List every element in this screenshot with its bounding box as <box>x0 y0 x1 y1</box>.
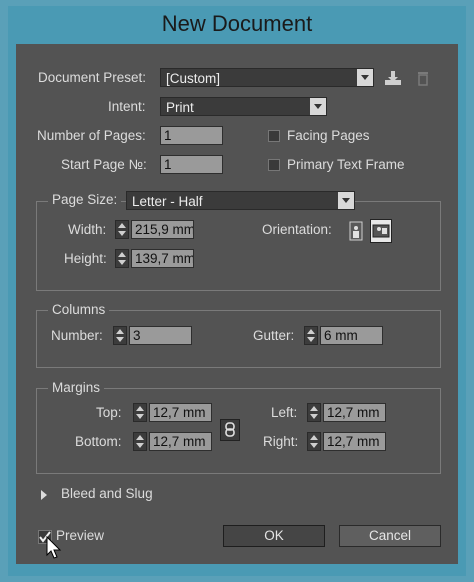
portrait-button[interactable] <box>346 220 366 242</box>
start-page-input[interactable]: 1 <box>160 155 223 174</box>
gutter-label: Gutter: <box>253 328 295 343</box>
margin-bottom-input[interactable]: 12,7 mm <box>149 432 212 451</box>
chain-link-icon <box>225 422 235 437</box>
pages-input[interactable]: 1 <box>160 126 223 145</box>
intent-dropdown[interactable]: Print <box>160 97 327 116</box>
save-preset-icon <box>385 71 401 85</box>
gutter-stepper[interactable] <box>304 326 318 345</box>
width-stepper[interactable] <box>115 220 129 239</box>
facing-pages-label: Facing Pages <box>287 128 370 143</box>
start-page-label: Start Page №: <box>61 157 147 172</box>
primary-text-frame-label: Primary Text Frame <box>287 157 405 172</box>
preset-value: [Custom] <box>166 71 221 86</box>
margins-title: Margins <box>48 380 105 395</box>
chevron-down-icon <box>357 69 373 86</box>
gutter-input[interactable]: 6 mm <box>320 326 383 345</box>
intent-label: Intent: <box>108 99 146 114</box>
margin-top-input[interactable]: 12,7 mm <box>149 403 212 422</box>
intent-value: Print <box>166 100 194 115</box>
expand-triangle-icon[interactable] <box>41 490 47 500</box>
margin-bottom-stepper[interactable] <box>133 432 147 451</box>
height-stepper[interactable] <box>115 249 129 268</box>
ok-button[interactable]: OK <box>223 525 325 547</box>
column-number-label: Number: <box>51 328 103 343</box>
delete-preset-button[interactable] <box>412 68 434 90</box>
primary-text-frame-checkbox[interactable] <box>268 159 280 171</box>
margin-right-stepper[interactable] <box>307 432 321 451</box>
height-label: Height: <box>64 251 107 266</box>
chevron-down-icon <box>310 98 326 115</box>
portrait-icon <box>349 221 363 241</box>
margin-bottom-label: Bottom: <box>75 434 122 449</box>
cancel-button[interactable]: Cancel <box>339 525 441 547</box>
landscape-button[interactable] <box>370 219 392 243</box>
chevron-down-icon <box>338 192 354 209</box>
page-size-label: Page Size: <box>48 192 122 207</box>
preset-dropdown[interactable]: [Custom] <box>160 68 374 87</box>
width-label: Width: <box>68 222 107 237</box>
mouse-cursor-icon <box>46 536 62 559</box>
bleed-slug-toggle[interactable]: Bleed and Slug <box>61 486 153 501</box>
pages-label: Number of Pages: <box>37 128 146 143</box>
margin-left-label: Left: <box>271 405 298 420</box>
margin-left-stepper[interactable] <box>307 403 321 422</box>
column-number-input[interactable]: 3 <box>129 326 192 345</box>
landscape-icon <box>372 224 390 238</box>
link-margins-button[interactable] <box>220 419 240 441</box>
margin-right-input[interactable]: 12,7 mm <box>323 432 386 451</box>
margin-left-input[interactable]: 12,7 mm <box>323 403 386 422</box>
height-input[interactable]: 139,7 mm <box>131 249 194 268</box>
margin-top-stepper[interactable] <box>133 403 147 422</box>
save-preset-button[interactable] <box>382 68 404 90</box>
dialog-title: New Document <box>161 11 313 36</box>
orientation-label: Orientation: <box>262 222 332 237</box>
page-size-value: Letter - Half <box>132 194 203 209</box>
columns-title: Columns <box>48 302 110 317</box>
column-number-stepper[interactable] <box>113 326 127 345</box>
page-size-group <box>36 201 441 291</box>
margin-right-label: Right: <box>263 434 299 449</box>
preview-label: Preview <box>56 528 105 543</box>
margin-top-label: Top: <box>96 405 122 420</box>
preset-label: Document Preset: <box>38 70 147 85</box>
facing-pages-checkbox[interactable] <box>268 130 280 142</box>
width-input[interactable]: 215,9 mm <box>131 220 194 239</box>
page-size-dropdown[interactable]: Letter - Half <box>126 191 355 210</box>
trash-icon <box>418 72 428 86</box>
